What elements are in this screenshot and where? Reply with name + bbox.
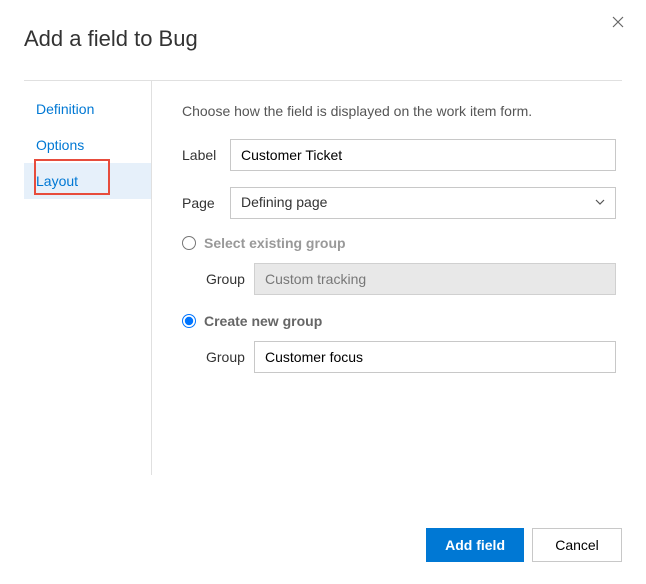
sidebar: Definition Options Layout	[24, 81, 152, 475]
label-input[interactable]	[230, 139, 616, 171]
page-select[interactable]: Defining page	[230, 187, 616, 219]
tab-options[interactable]: Options	[24, 127, 151, 163]
label-existing-group: Group	[206, 271, 254, 287]
new-group-input[interactable]	[254, 341, 616, 373]
radio-new-group-label[interactable]: Create new group	[204, 313, 322, 329]
dialog-title: Add a field to Bug	[24, 26, 622, 52]
tab-layout[interactable]: Layout	[24, 163, 151, 199]
label-new-group: Group	[206, 349, 254, 365]
label-page: Page	[182, 195, 230, 211]
row-page: Page Defining page	[182, 187, 616, 219]
dialog-footer: Add field Cancel	[426, 528, 622, 562]
content-layout: Choose how the field is displayed on the…	[152, 81, 622, 475]
cancel-button[interactable]: Cancel	[532, 528, 622, 562]
close-icon	[612, 16, 624, 28]
radio-existing-group-label[interactable]: Select existing group	[204, 235, 346, 251]
radio-existing-group[interactable]	[182, 236, 196, 250]
row-new-group-radio: Create new group	[182, 313, 616, 329]
existing-group-input	[254, 263, 616, 295]
close-button[interactable]	[606, 10, 630, 34]
label-label: Label	[182, 147, 230, 163]
add-field-dialog: Add a field to Bug Definition Options La…	[0, 0, 646, 584]
row-label: Label	[182, 139, 616, 171]
row-new-group: Group	[206, 341, 616, 373]
content-description: Choose how the field is displayed on the…	[182, 103, 616, 119]
row-existing-group: Group	[206, 263, 616, 295]
add-field-button[interactable]: Add field	[426, 528, 524, 562]
dialog-body: Definition Options Layout Choose how the…	[24, 80, 622, 475]
page-select-value: Defining page	[230, 187, 616, 219]
tab-definition[interactable]: Definition	[24, 91, 151, 127]
row-existing-group-radio: Select existing group	[182, 235, 616, 251]
radio-new-group[interactable]	[182, 314, 196, 328]
